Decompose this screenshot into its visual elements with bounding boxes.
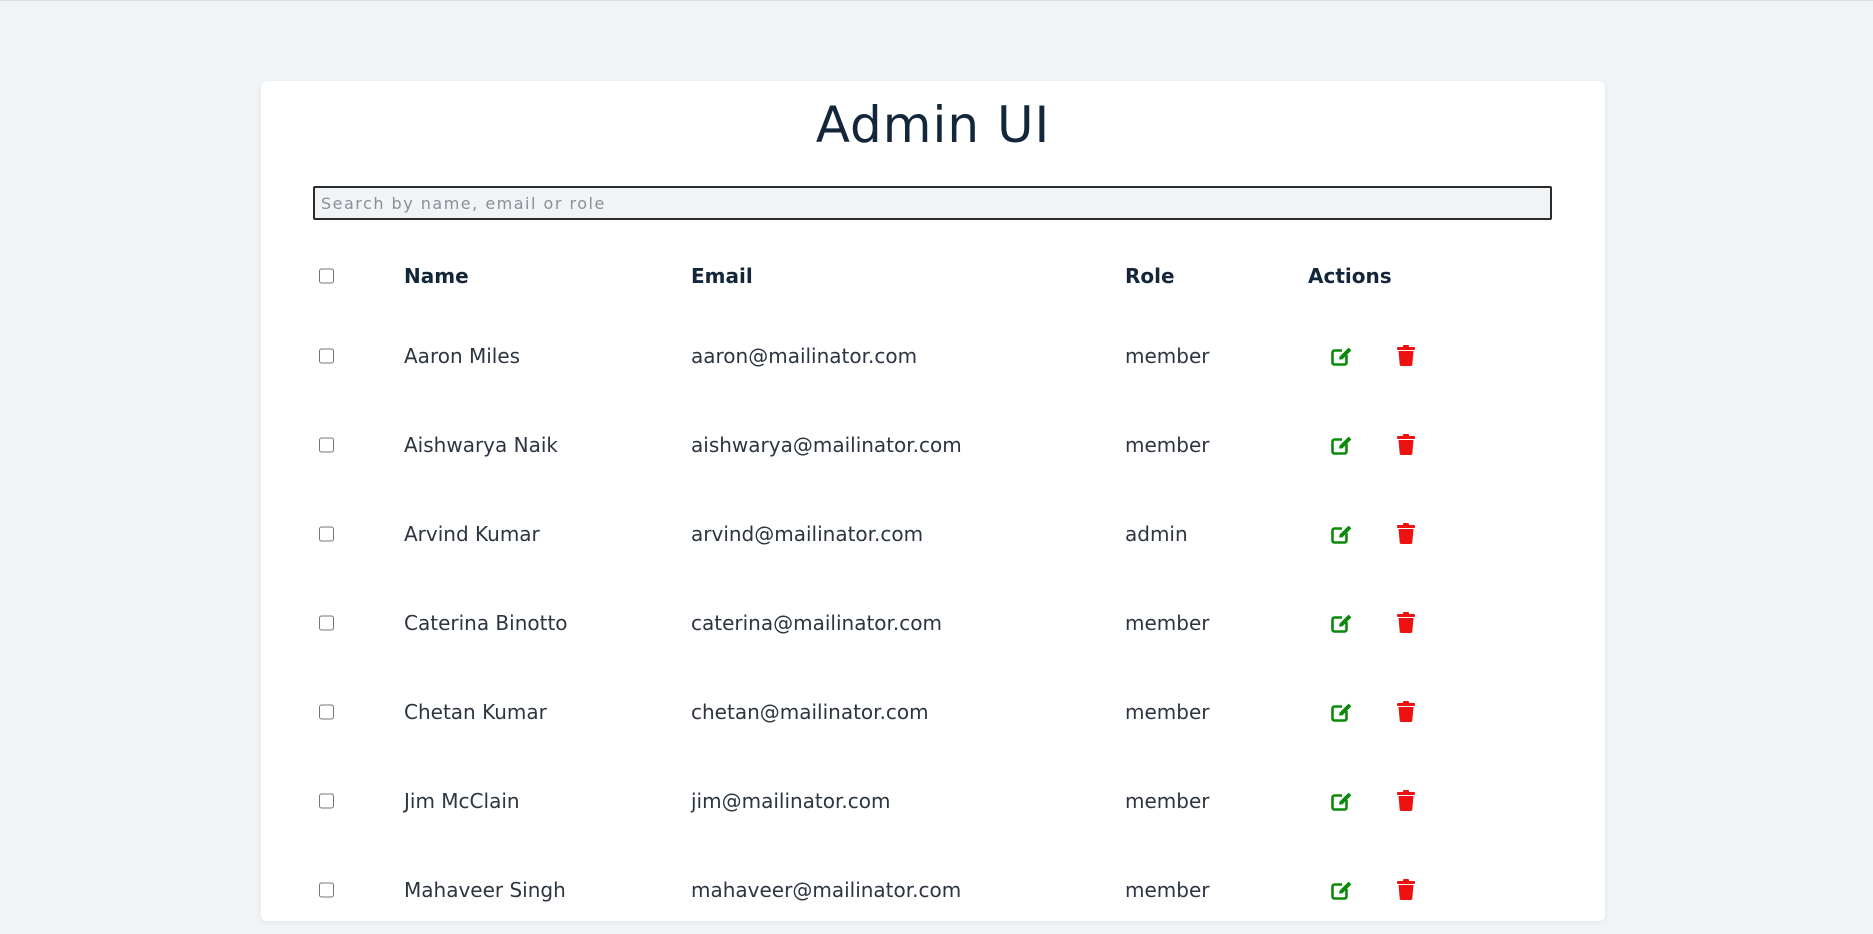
user-email: jim@mailinator.com bbox=[691, 788, 891, 813]
delete-button[interactable] bbox=[1394, 700, 1418, 724]
delete-button[interactable] bbox=[1394, 522, 1418, 546]
row-actions bbox=[1330, 789, 1418, 813]
edit-icon bbox=[1331, 879, 1353, 900]
user-name: Caterina Binotto bbox=[404, 610, 568, 635]
edit-button[interactable] bbox=[1330, 611, 1354, 635]
user-name: Aaron Miles bbox=[404, 343, 521, 368]
trash-icon bbox=[1397, 701, 1415, 722]
column-header-role: Role bbox=[1125, 264, 1175, 288]
edit-icon bbox=[1331, 790, 1353, 811]
delete-button[interactable] bbox=[1394, 789, 1418, 813]
edit-button[interactable] bbox=[1330, 789, 1354, 813]
edit-button[interactable] bbox=[1330, 433, 1354, 457]
select-all-cell bbox=[319, 268, 334, 284]
delete-button[interactable] bbox=[1394, 611, 1418, 635]
user-email: caterina@mailinator.com bbox=[691, 610, 942, 635]
delete-button[interactable] bbox=[1394, 878, 1418, 902]
row-actions bbox=[1330, 700, 1418, 724]
row-checkbox[interactable] bbox=[319, 437, 334, 452]
table-row: Aishwarya Naik aishwarya@mailinator.com … bbox=[313, 400, 1552, 489]
trash-icon bbox=[1397, 434, 1415, 455]
user-role: admin bbox=[1125, 521, 1188, 546]
trash-icon bbox=[1397, 523, 1415, 544]
user-email: mahaveer@mailinator.com bbox=[691, 877, 962, 902]
delete-button[interactable] bbox=[1394, 344, 1418, 368]
edit-button[interactable] bbox=[1330, 522, 1354, 546]
column-header-name: Name bbox=[404, 264, 469, 288]
row-checkbox[interactable] bbox=[319, 615, 334, 630]
user-name: Jim McClain bbox=[404, 788, 520, 813]
user-email: aaron@mailinator.com bbox=[691, 343, 918, 368]
column-header-actions: Actions bbox=[1308, 264, 1392, 288]
row-select-cell bbox=[319, 704, 334, 719]
table-row: Mahaveer Singh mahaveer@mailinator.com m… bbox=[313, 845, 1552, 934]
row-select-cell bbox=[319, 615, 334, 630]
row-checkbox[interactable] bbox=[319, 348, 334, 363]
users-table: Name Email Role Actions Aaron Miles aaro… bbox=[313, 241, 1552, 934]
row-select-cell bbox=[319, 882, 334, 897]
select-all-checkbox[interactable] bbox=[319, 268, 334, 284]
table-row: Jim McClain jim@mailinator.com member bbox=[313, 756, 1552, 845]
edit-icon bbox=[1331, 612, 1353, 633]
edit-button[interactable] bbox=[1330, 700, 1354, 724]
column-header-email: Email bbox=[691, 264, 753, 288]
edit-icon bbox=[1331, 345, 1353, 366]
user-role: member bbox=[1125, 877, 1210, 902]
row-checkbox[interactable] bbox=[319, 526, 334, 541]
row-actions bbox=[1330, 878, 1418, 902]
delete-button[interactable] bbox=[1394, 433, 1418, 457]
user-email: chetan@mailinator.com bbox=[691, 699, 929, 724]
user-name: Chetan Kumar bbox=[404, 699, 547, 724]
edit-icon bbox=[1331, 701, 1353, 722]
edit-icon bbox=[1331, 434, 1353, 455]
user-role: member bbox=[1125, 432, 1210, 457]
user-email: arvind@mailinator.com bbox=[691, 521, 924, 546]
user-role: member bbox=[1125, 788, 1210, 813]
search-input[interactable] bbox=[313, 186, 1552, 220]
trash-icon bbox=[1397, 612, 1415, 633]
row-checkbox[interactable] bbox=[319, 882, 334, 897]
user-name: Arvind Kumar bbox=[404, 521, 540, 546]
row-select-cell bbox=[319, 348, 334, 363]
row-actions bbox=[1330, 611, 1418, 635]
trash-icon bbox=[1397, 345, 1415, 366]
table-row: Caterina Binotto caterina@mailinator.com… bbox=[313, 578, 1552, 667]
row-actions bbox=[1330, 522, 1418, 546]
row-checkbox[interactable] bbox=[319, 704, 334, 719]
trash-icon bbox=[1397, 879, 1415, 900]
user-email: aishwarya@mailinator.com bbox=[691, 432, 962, 457]
admin-card: Admin UI Name Email Role Actions Aaron M… bbox=[261, 81, 1605, 921]
trash-icon bbox=[1397, 790, 1415, 811]
row-checkbox[interactable] bbox=[319, 793, 334, 808]
table-body: Aaron Miles aaron@mailinator.com member bbox=[313, 311, 1552, 934]
user-role: member bbox=[1125, 699, 1210, 724]
user-role: member bbox=[1125, 610, 1210, 635]
row-select-cell bbox=[319, 793, 334, 808]
row-select-cell bbox=[319, 526, 334, 541]
row-actions bbox=[1330, 344, 1418, 368]
edit-button[interactable] bbox=[1330, 878, 1354, 902]
table-row: Arvind Kumar arvind@mailinator.com admin bbox=[313, 489, 1552, 578]
row-select-cell bbox=[319, 437, 334, 452]
top-divider bbox=[0, 0, 1873, 1]
table-header-row: Name Email Role Actions bbox=[313, 241, 1552, 311]
edit-button[interactable] bbox=[1330, 344, 1354, 368]
row-actions bbox=[1330, 433, 1418, 457]
table-row: Aaron Miles aaron@mailinator.com member bbox=[313, 311, 1552, 400]
user-name: Aishwarya Naik bbox=[404, 432, 558, 457]
page-title: Admin UI bbox=[815, 96, 1051, 154]
user-role: member bbox=[1125, 343, 1210, 368]
edit-icon bbox=[1331, 523, 1353, 544]
table-row: Chetan Kumar chetan@mailinator.com membe… bbox=[313, 667, 1552, 756]
user-name: Mahaveer Singh bbox=[404, 877, 566, 902]
